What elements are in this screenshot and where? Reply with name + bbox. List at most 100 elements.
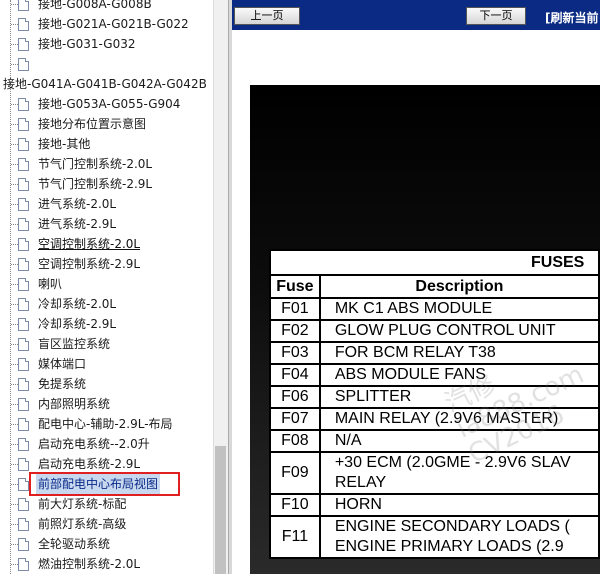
document-icon [18, 18, 29, 31]
tree-item[interactable]: 接地-其他 [0, 134, 213, 154]
document-icon [18, 238, 29, 251]
tree-item-label[interactable]: 喇叭 [38, 274, 62, 294]
tree-item-label[interactable]: 接地-G008A-G008B [38, 0, 152, 14]
tree-branch-line [11, 164, 18, 165]
document-icon [18, 278, 29, 291]
tree-item[interactable]: 接地-G031-G032 [0, 34, 213, 54]
tree-item[interactable] [0, 54, 213, 74]
tree-item-label[interactable]: 接地-G021A-G021B-G022 [38, 14, 189, 34]
tree-item-label[interactable]: 冷却系统-2.9L [38, 314, 116, 334]
tree-item-label[interactable]: 节气门控制系统-2.9L [38, 174, 152, 194]
document-icon [18, 498, 29, 511]
tree-item[interactable]: 冷却系统-2.9L [0, 314, 213, 334]
refresh-current-link[interactable]: [刷新当前 [545, 9, 599, 26]
tree-scrollbar[interactable] [213, 0, 228, 574]
tree-item-label[interactable]: 前照灯系统-高级 [38, 514, 126, 534]
tree-branch-line [11, 44, 18, 45]
tree-item[interactable]: 空调控制系统-2.0L [0, 234, 213, 254]
tree-item-label[interactable]: 空调控制系统-2.9L [38, 254, 140, 274]
tree-item-label[interactable]: 空调控制系统-2.0L [38, 234, 140, 254]
previous-page-button[interactable]: 上一页 [234, 7, 300, 25]
tree-item[interactable]: 燃油控制系统-2.0L [0, 554, 213, 574]
tree-item-label[interactable]: 接地-其他 [38, 134, 90, 154]
tree-item-label[interactable]: 接地-G041A-G041B-G042A-G042B [3, 74, 207, 94]
tree-item[interactable]: 接地-G053A-G055-G904 [0, 94, 213, 114]
document-icon [18, 438, 29, 451]
tree-item[interactable]: 接地-G008A-G008B [0, 0, 213, 14]
tree-branch-line [11, 504, 18, 505]
fuse-id-cell: F10 [269, 493, 321, 517]
document-icon [18, 258, 29, 271]
tree-branch-line [11, 404, 18, 405]
document-icon [18, 58, 29, 71]
tree-item-label[interactable]: 接地-G053A-G055-G904 [38, 94, 180, 114]
content-pane: 上一页 下一页 [刷新当前 FUSES Fuse Description F01… [232, 0, 600, 574]
fuse-row: ENGINE PRIMARY LOADS (2.9 [270, 537, 600, 559]
tree-item[interactable]: 全轮驱动系统 [0, 534, 213, 554]
tree-item-label[interactable]: 接地-G031-G032 [38, 34, 136, 54]
tree-item-label[interactable]: 配电中心-辅助-2.9L-布局 [38, 414, 173, 434]
tree-item-label[interactable]: 冷却系统-2.0L [38, 294, 116, 314]
tree-item[interactable]: 接地-G021A-G021B-G022 [0, 14, 213, 34]
tree-branch-line [11, 344, 18, 345]
tree-item[interactable]: 内部照明系统 [0, 394, 213, 414]
document-icon [18, 378, 29, 391]
tree-item-label[interactable]: 启动充电系统--2.0升 [38, 434, 150, 454]
fuse-id-cell: F11 [269, 515, 321, 559]
tree-item[interactable]: 盲区监控系统 [0, 334, 213, 354]
selection-highlight-box [29, 472, 180, 496]
document-icon [18, 398, 29, 411]
next-page-button[interactable]: 下一页 [466, 7, 526, 25]
scrollbar-thumb[interactable] [215, 446, 226, 574]
tree-item[interactable]: 节气门控制系统-2.0L [0, 154, 213, 174]
tree-item-label[interactable]: 启动充电系统-2.9L [38, 454, 140, 474]
tree-branch-line [11, 224, 18, 225]
tree-item-label[interactable]: 燃油控制系统-2.0L [38, 554, 140, 574]
tree-item[interactable]: 启动充电系统--2.0升 [0, 434, 213, 454]
tree-item[interactable]: 进气系统-2.9L [0, 214, 213, 234]
tree-item[interactable]: 进气系统-2.0L [0, 194, 213, 214]
tree-item-label[interactable]: 接地分布位置示意图 [38, 114, 146, 134]
tree-item-label[interactable]: 进气系统-2.9L [38, 214, 116, 234]
fuse-row: F11 ENGINE SECONDARY LOADS ( [269, 515, 600, 559]
document-icon [18, 538, 29, 551]
fuse-id-cell: F03 [269, 341, 321, 365]
tree-item[interactable]: 前照灯系统-高级 [0, 514, 213, 534]
tree-branch-line [11, 424, 18, 425]
tree-branch-line [11, 24, 18, 25]
tree-branch-line [11, 284, 18, 285]
tree-item[interactable]: 前大灯系统-标配 [0, 494, 213, 514]
tree-item-label[interactable]: 盲区监控系统 [38, 334, 110, 354]
fuse-description-cell: MK C1 ABS MODULE [318, 297, 600, 321]
fuse-id-cell: F07 [269, 407, 321, 431]
tree-item-label[interactable]: 免提系统 [38, 374, 86, 394]
document-icon [18, 338, 29, 351]
fuse-row: F09 +30 ECM (2.0GME - 2.9V6 SLAV [269, 451, 600, 495]
tree-item[interactable]: 节气门控制系统-2.9L [0, 174, 213, 194]
tree-item[interactable]: 启动充电系统-2.9L [0, 454, 213, 474]
document-icon [18, 118, 29, 131]
document-icon [18, 98, 29, 111]
tree-item[interactable]: 接地-G041A-G041B-G042A-G042B [0, 74, 213, 94]
tree-item[interactable]: 配电中心-辅助-2.9L-布局 [0, 414, 213, 434]
tree-item[interactable]: 免提系统 [0, 374, 213, 394]
tree-item[interactable]: 媒体端口 [0, 354, 213, 374]
fuse-row: RELAY [270, 473, 600, 495]
tree-item[interactable]: 接地分布位置示意图 [0, 114, 213, 134]
tree-branch-line [11, 564, 18, 565]
document-icon [18, 318, 29, 331]
tree-item-label[interactable]: 全轮驱动系统 [38, 534, 110, 554]
tree-branch-line [11, 464, 18, 465]
tree-branch-line [11, 524, 18, 525]
tree-item[interactable]: 空调控制系统-2.9L [0, 254, 213, 274]
tree-item-label[interactable]: 进气系统-2.0L [38, 194, 116, 214]
tree-item[interactable]: 冷却系统-2.0L [0, 294, 213, 314]
tree-item-label[interactable]: 内部照明系统 [38, 394, 110, 414]
fuse-table-title: FUSES [269, 249, 600, 276]
tree-item-label[interactable]: 前大灯系统-标配 [38, 494, 126, 514]
document-icon [18, 38, 29, 51]
tree-branch-line [11, 364, 18, 365]
tree-item-label[interactable]: 节气门控制系统-2.0L [38, 154, 152, 174]
tree-item-label[interactable]: 媒体端口 [38, 354, 86, 374]
tree-item[interactable]: 喇叭 [0, 274, 213, 294]
